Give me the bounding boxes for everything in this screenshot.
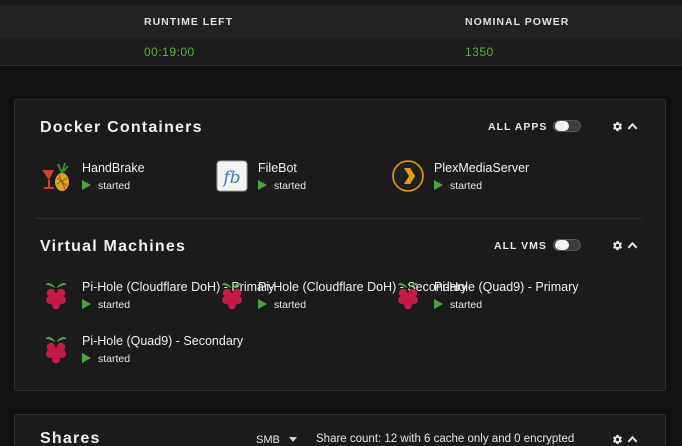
svg-text:fb: fb: [221, 168, 240, 188]
play-icon: [82, 180, 91, 190]
runtime-left-label: RUNTIME LEFT: [144, 16, 233, 28]
play-icon: [258, 180, 267, 190]
play-icon: [82, 353, 91, 363]
ups-header-row: [0, 6, 682, 38]
share-protocol-select[interactable]: SMB: [256, 434, 280, 446]
raspberry-icon: [46, 283, 66, 310]
container-name-handbrake: HandBrake: [82, 161, 145, 175]
all-apps-label: ALL APPS: [488, 121, 548, 133]
container-name-filebot: FileBot: [258, 161, 297, 175]
runtime-left-value: 00:19:00: [144, 45, 195, 59]
ups-panel: RUNTIME LEFT NOMINAL POWER 00:19:00 1350: [0, 0, 682, 66]
container-status-plexmediaserver: started: [434, 180, 482, 192]
vm-name-pihole-quad9-secondary: Pi-Hole (Quad9) - Secondary: [82, 334, 244, 348]
vm-status-pihole-quad9-primary: started: [434, 299, 482, 311]
caret-down-icon[interactable]: [289, 437, 297, 442]
play-icon: [434, 299, 443, 309]
shares-settings-gear-icon[interactable]: [612, 434, 623, 445]
vm-settings-gear-icon[interactable]: [612, 240, 623, 251]
nominal-power-label: NOMINAL POWER: [465, 16, 570, 28]
vm-section-title: Virtual Machines: [40, 238, 187, 255]
ups-value-row: [0, 38, 682, 66]
shares-collapse-chevron-up-icon[interactable]: [627, 434, 638, 445]
shares-section-title: Shares: [40, 430, 101, 446]
handbrake-icon: [42, 162, 69, 191]
docker-section-title: Docker Containers: [40, 119, 203, 136]
share-count-text: Share count: 12 with 6 cache only and 0 …: [316, 433, 575, 445]
raspberry-icon: [222, 283, 242, 310]
raspberry-icon: [46, 337, 66, 364]
container-status-filebot: started: [258, 180, 306, 192]
vm-status-pihole-cloudflare-primary: started: [82, 299, 130, 311]
plex-icon: [392, 160, 424, 192]
docker-collapse-chevron-up-icon[interactable]: [627, 121, 638, 132]
raspberry-icon: [398, 283, 418, 310]
vm-status-pihole-quad9-secondary: started: [82, 353, 130, 365]
docker-settings-gear-icon[interactable]: [612, 121, 623, 132]
all-vms-toggle[interactable]: [553, 239, 581, 251]
vm-status-pihole-cloudflare-secondary: started: [258, 299, 306, 311]
play-icon: [82, 299, 91, 309]
play-icon: [434, 180, 443, 190]
vm-name-pihole-quad9-primary: Pi-Hole (Quad9) - Primary: [434, 280, 579, 294]
dashboard: RUNTIME LEFT NOMINAL POWER 00:19:00 1350…: [0, 0, 682, 446]
vm-collapse-chevron-up-icon[interactable]: [627, 240, 638, 251]
all-vms-label: ALL VMS: [494, 240, 547, 252]
section-divider: [36, 218, 642, 219]
all-apps-toggle[interactable]: [553, 120, 581, 132]
container-name-plexmediaserver: PlexMediaServer: [434, 161, 530, 175]
filebot-icon: fb: [216, 160, 248, 192]
play-icon: [258, 299, 267, 309]
container-status-handbrake: started: [82, 180, 130, 192]
nominal-power-value: 1350: [465, 45, 494, 59]
